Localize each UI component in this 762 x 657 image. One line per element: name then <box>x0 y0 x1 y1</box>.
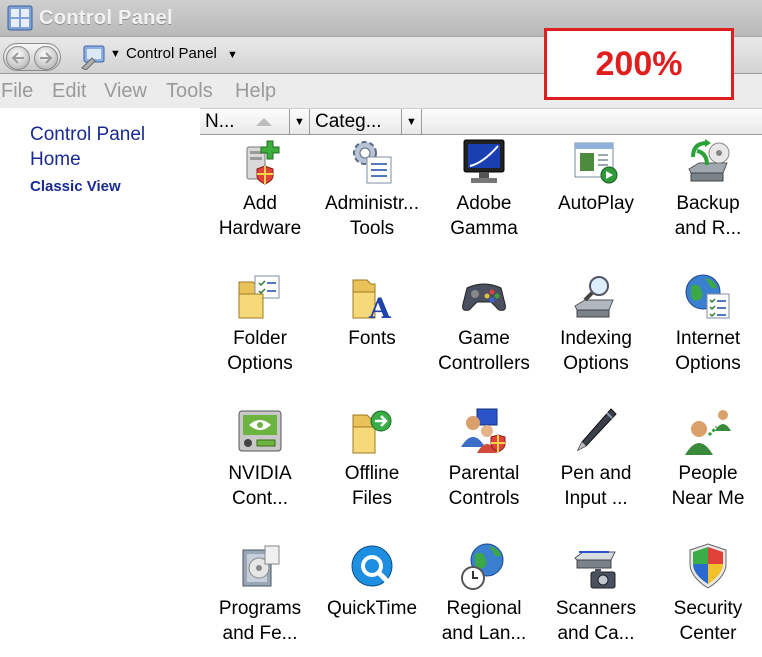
fonts-icon: A <box>352 279 392 322</box>
item-nvidia-control-panel[interactable]: NVIDIA Cont... <box>204 405 316 535</box>
column-category-label: Categ... <box>315 111 382 132</box>
forward-button[interactable] <box>34 46 58 70</box>
zoom-level: 200% <box>595 44 683 83</box>
control-panel-home-link[interactable]: Control Panel Home <box>30 122 190 172</box>
scanners-cameras-icon <box>574 551 616 589</box>
item-pen-input[interactable]: Pen and Input ... <box>540 405 652 535</box>
item-label: QuickTime <box>326 598 418 619</box>
adobe-gamma-icon <box>463 139 505 183</box>
item-scanners-cameras[interactable]: Scanners and Ca... <box>540 540 652 657</box>
item-label: Administr... Tools <box>325 193 419 239</box>
item-label: Adobe Gamma <box>450 193 518 239</box>
item-label: Backup and R... <box>674 193 742 239</box>
column-header: N... ▼ Categ... ▼ <box>200 108 762 135</box>
add-hardware-icon <box>246 140 280 185</box>
item-indexing-options[interactable]: Indexing Options <box>540 270 652 400</box>
pen-input-icon <box>576 408 617 452</box>
column-name[interactable]: N... <box>200 109 290 135</box>
item-label: Regional and Lan... <box>441 598 527 644</box>
forward-arrow-icon <box>40 52 53 64</box>
item-label: Add Hardware <box>218 193 302 239</box>
indexing-options-icon <box>574 276 614 318</box>
item-label: Fonts <box>348 328 396 349</box>
item-label: NVIDIA Cont... <box>228 463 292 509</box>
administrative-tools-icon <box>353 141 392 184</box>
item-administrative-tools[interactable]: Administr... Tools <box>316 135 428 265</box>
item-folder-options[interactable]: Folder Options <box>204 270 316 400</box>
sidebar: Control Panel Home Classic View <box>0 108 200 657</box>
item-label: Game Controllers <box>438 328 530 374</box>
item-backup-restore[interactable]: Backup and R... <box>652 135 762 265</box>
item-label: Programs and Fe... <box>218 598 302 644</box>
item-autoplay[interactable]: AutoPlay <box>540 135 652 265</box>
item-offline-files[interactable]: Offline Files <box>316 405 428 535</box>
zoom-indicator: 200% <box>544 28 734 100</box>
item-add-hardware[interactable]: Add Hardware <box>204 135 316 265</box>
offline-files-icon <box>352 410 392 454</box>
parental-controls-icon <box>461 408 506 453</box>
folder-options-icon <box>238 275 280 319</box>
programs-features-icon <box>242 545 280 587</box>
svg-text:A: A <box>368 292 392 322</box>
backup-restore-icon <box>688 139 730 182</box>
item-label: AutoPlay <box>557 193 635 214</box>
menu-edit[interactable]: Edit <box>52 80 86 103</box>
back-button[interactable] <box>6 46 30 70</box>
item-parental-controls[interactable]: Parental Controls <box>428 405 540 535</box>
item-label: Offline Files <box>344 463 400 509</box>
address-location[interactable]: Control Panel <box>126 45 217 62</box>
item-programs-features[interactable]: Programs and Fe... <box>204 540 316 657</box>
menu-help[interactable]: Help <box>235 80 276 103</box>
location-dropdown-arrow[interactable]: ▼ <box>110 48 121 60</box>
nvidia-control-panel-icon <box>238 410 282 452</box>
internet-options-icon <box>685 274 730 319</box>
item-game-controllers[interactable]: Game Controllers <box>428 270 540 400</box>
window-title: Control Panel <box>39 6 173 29</box>
sort-ascending-icon <box>256 118 272 126</box>
item-label: Indexing Options <box>560 328 632 374</box>
autoplay-icon <box>574 142 618 184</box>
column-name-dropdown[interactable]: ▼ <box>290 109 310 135</box>
item-security-center[interactable]: Security Center <box>652 540 762 657</box>
control-panel-icon <box>7 5 33 31</box>
item-label: Pen and Input ... <box>560 463 632 509</box>
item-adobe-gamma[interactable]: Adobe Gamma <box>428 135 540 265</box>
item-regional-language[interactable]: Regional and Lan... <box>428 540 540 657</box>
item-fonts[interactable]: A Fonts <box>316 270 428 400</box>
address-dropdown-arrow[interactable]: ▼ <box>227 49 238 61</box>
control-panel-items: Add Hardware Administr... Tools Adobe Ga… <box>200 135 762 657</box>
quicktime-icon <box>351 545 393 587</box>
item-label: Security Center <box>673 598 743 644</box>
item-label: Scanners and Ca... <box>555 598 637 644</box>
menu-file[interactable]: File <box>1 80 33 103</box>
item-people-near-me[interactable]: People Near Me <box>652 405 762 535</box>
game-controllers-icon <box>462 283 506 311</box>
column-category-dropdown[interactable]: ▼ <box>402 109 422 135</box>
navigation-buttons <box>3 43 61 71</box>
security-center-icon <box>689 543 727 589</box>
item-label: Folder Options <box>227 328 293 374</box>
people-near-me-icon <box>685 410 731 455</box>
item-internet-options[interactable]: Internet Options <box>652 270 762 400</box>
classic-view-link[interactable]: Classic View <box>30 178 121 195</box>
regional-language-icon <box>461 543 504 590</box>
menu-tools[interactable]: Tools <box>166 80 213 103</box>
control-panel-location-icon <box>81 45 105 70</box>
item-label: Internet Options <box>675 328 741 374</box>
menu-view[interactable]: View <box>104 80 147 103</box>
column-category[interactable]: Categ... <box>310 109 402 135</box>
item-label: People Near Me <box>671 463 745 509</box>
column-name-label: N... <box>205 111 235 132</box>
item-quicktime[interactable]: QuickTime <box>316 540 428 657</box>
item-label: Parental Controls <box>448 463 520 509</box>
back-arrow-icon <box>11 52 24 64</box>
